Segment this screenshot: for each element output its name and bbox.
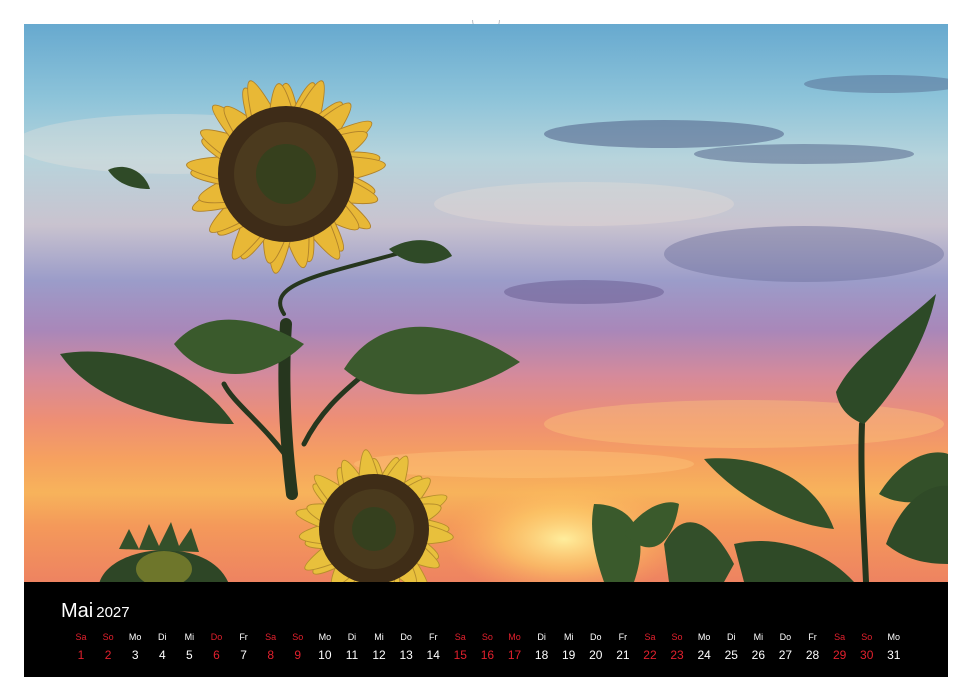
weekday-label: Do: [779, 632, 792, 642]
weekday-label: Mo: [318, 632, 332, 642]
date-number: 26: [751, 648, 766, 662]
date-number: 28: [805, 648, 820, 662]
weekday-label: Mi: [184, 632, 195, 642]
weekday-label: Mi: [374, 632, 384, 642]
weekday-label: Di: [537, 632, 546, 642]
date-number: 8: [267, 648, 274, 662]
date-number: 10: [318, 648, 332, 662]
date-number: 13: [399, 648, 413, 662]
sunflower-scene-illustration: [24, 75, 948, 582]
weekday-label: Fr: [808, 632, 817, 642]
weekday-label: Sa: [454, 632, 466, 642]
month-name: Mai: [61, 600, 94, 622]
weekday-label: Sa: [75, 632, 87, 642]
date-number: 6: [213, 648, 220, 662]
weekday-label: Mo: [128, 632, 142, 642]
month-title: Mai 2027: [61, 600, 130, 623]
date-number: 24: [697, 648, 711, 662]
sunset-sunflower-photo: [24, 24, 948, 582]
date-number: 1: [77, 648, 85, 662]
date-number: 14: [426, 648, 440, 662]
weekday-label: So: [481, 632, 493, 642]
weekday-label: Sa: [265, 632, 277, 642]
weekday-label: Mo: [887, 632, 901, 642]
date-number: 19: [562, 648, 576, 662]
date-number: 25: [724, 648, 738, 662]
weekday-label: Mi: [563, 632, 574, 642]
date-number: 31: [887, 648, 901, 662]
weekday-label: Do: [400, 632, 412, 642]
date-number: 17: [507, 648, 522, 662]
date-number: 15: [453, 648, 467, 662]
date-number: 20: [589, 648, 603, 662]
date-number: 16: [480, 648, 495, 662]
weekday-label: Mi: [753, 632, 764, 642]
date-number: 12: [372, 648, 386, 662]
sunflower-bud: [99, 522, 228, 582]
date-number: 30: [860, 648, 874, 662]
weekday-label: So: [292, 632, 304, 642]
year-label: 2027: [96, 604, 130, 621]
weekday-label: So: [861, 632, 873, 642]
date-number: 27: [778, 648, 793, 662]
weekday-label: Fr: [239, 632, 248, 642]
date-row: 1 2 3 4 5 6 7 8 9 10 11 12 13 14 15 16 17 18 19 20 21 22 23 24 2…: [72, 648, 903, 662]
date-number: 11: [345, 648, 359, 662]
weekday-label: Mo: [697, 632, 711, 642]
date-number: 5: [186, 648, 193, 662]
weekday-label: Di: [727, 632, 736, 642]
date-number: 2: [104, 648, 112, 662]
sunflower-top: [186, 80, 386, 274]
weekday-row: Sa So Mo Di Mi Do Fr Sa So Mo Di Mi Do Fr Sa So Mo Di Mi Do…: [72, 632, 903, 642]
weekday-label: So: [671, 632, 683, 642]
date-number: 7: [240, 648, 247, 662]
weekday-label: Di: [158, 632, 167, 642]
weekday-label: Sa: [644, 632, 656, 642]
weekday-label: Sa: [834, 632, 846, 642]
date-number: 21: [616, 648, 630, 662]
date-number: 22: [643, 648, 657, 662]
date-number: 9: [294, 648, 302, 662]
weekday-label: Mo: [508, 632, 521, 642]
date-number: 3: [131, 648, 139, 662]
weekday-label: Fr: [618, 632, 628, 642]
date-number: 29: [832, 648, 847, 662]
weekday-label: Di: [347, 632, 357, 642]
weekday-label: Do: [590, 632, 602, 642]
date-number: 18: [534, 648, 549, 662]
calendar-grid: Mai 2027 Sa So Mo Di Mi Do Fr Sa So Mo Di Mi Do Fr Sa So…: [24, 582, 948, 677]
weekday-label: Fr: [428, 632, 438, 642]
clouds: [24, 75, 948, 478]
weekday-label: Do: [210, 632, 223, 642]
weekday-label: So: [102, 632, 114, 642]
date-number: 23: [670, 648, 684, 662]
date-number: 4: [158, 648, 166, 662]
